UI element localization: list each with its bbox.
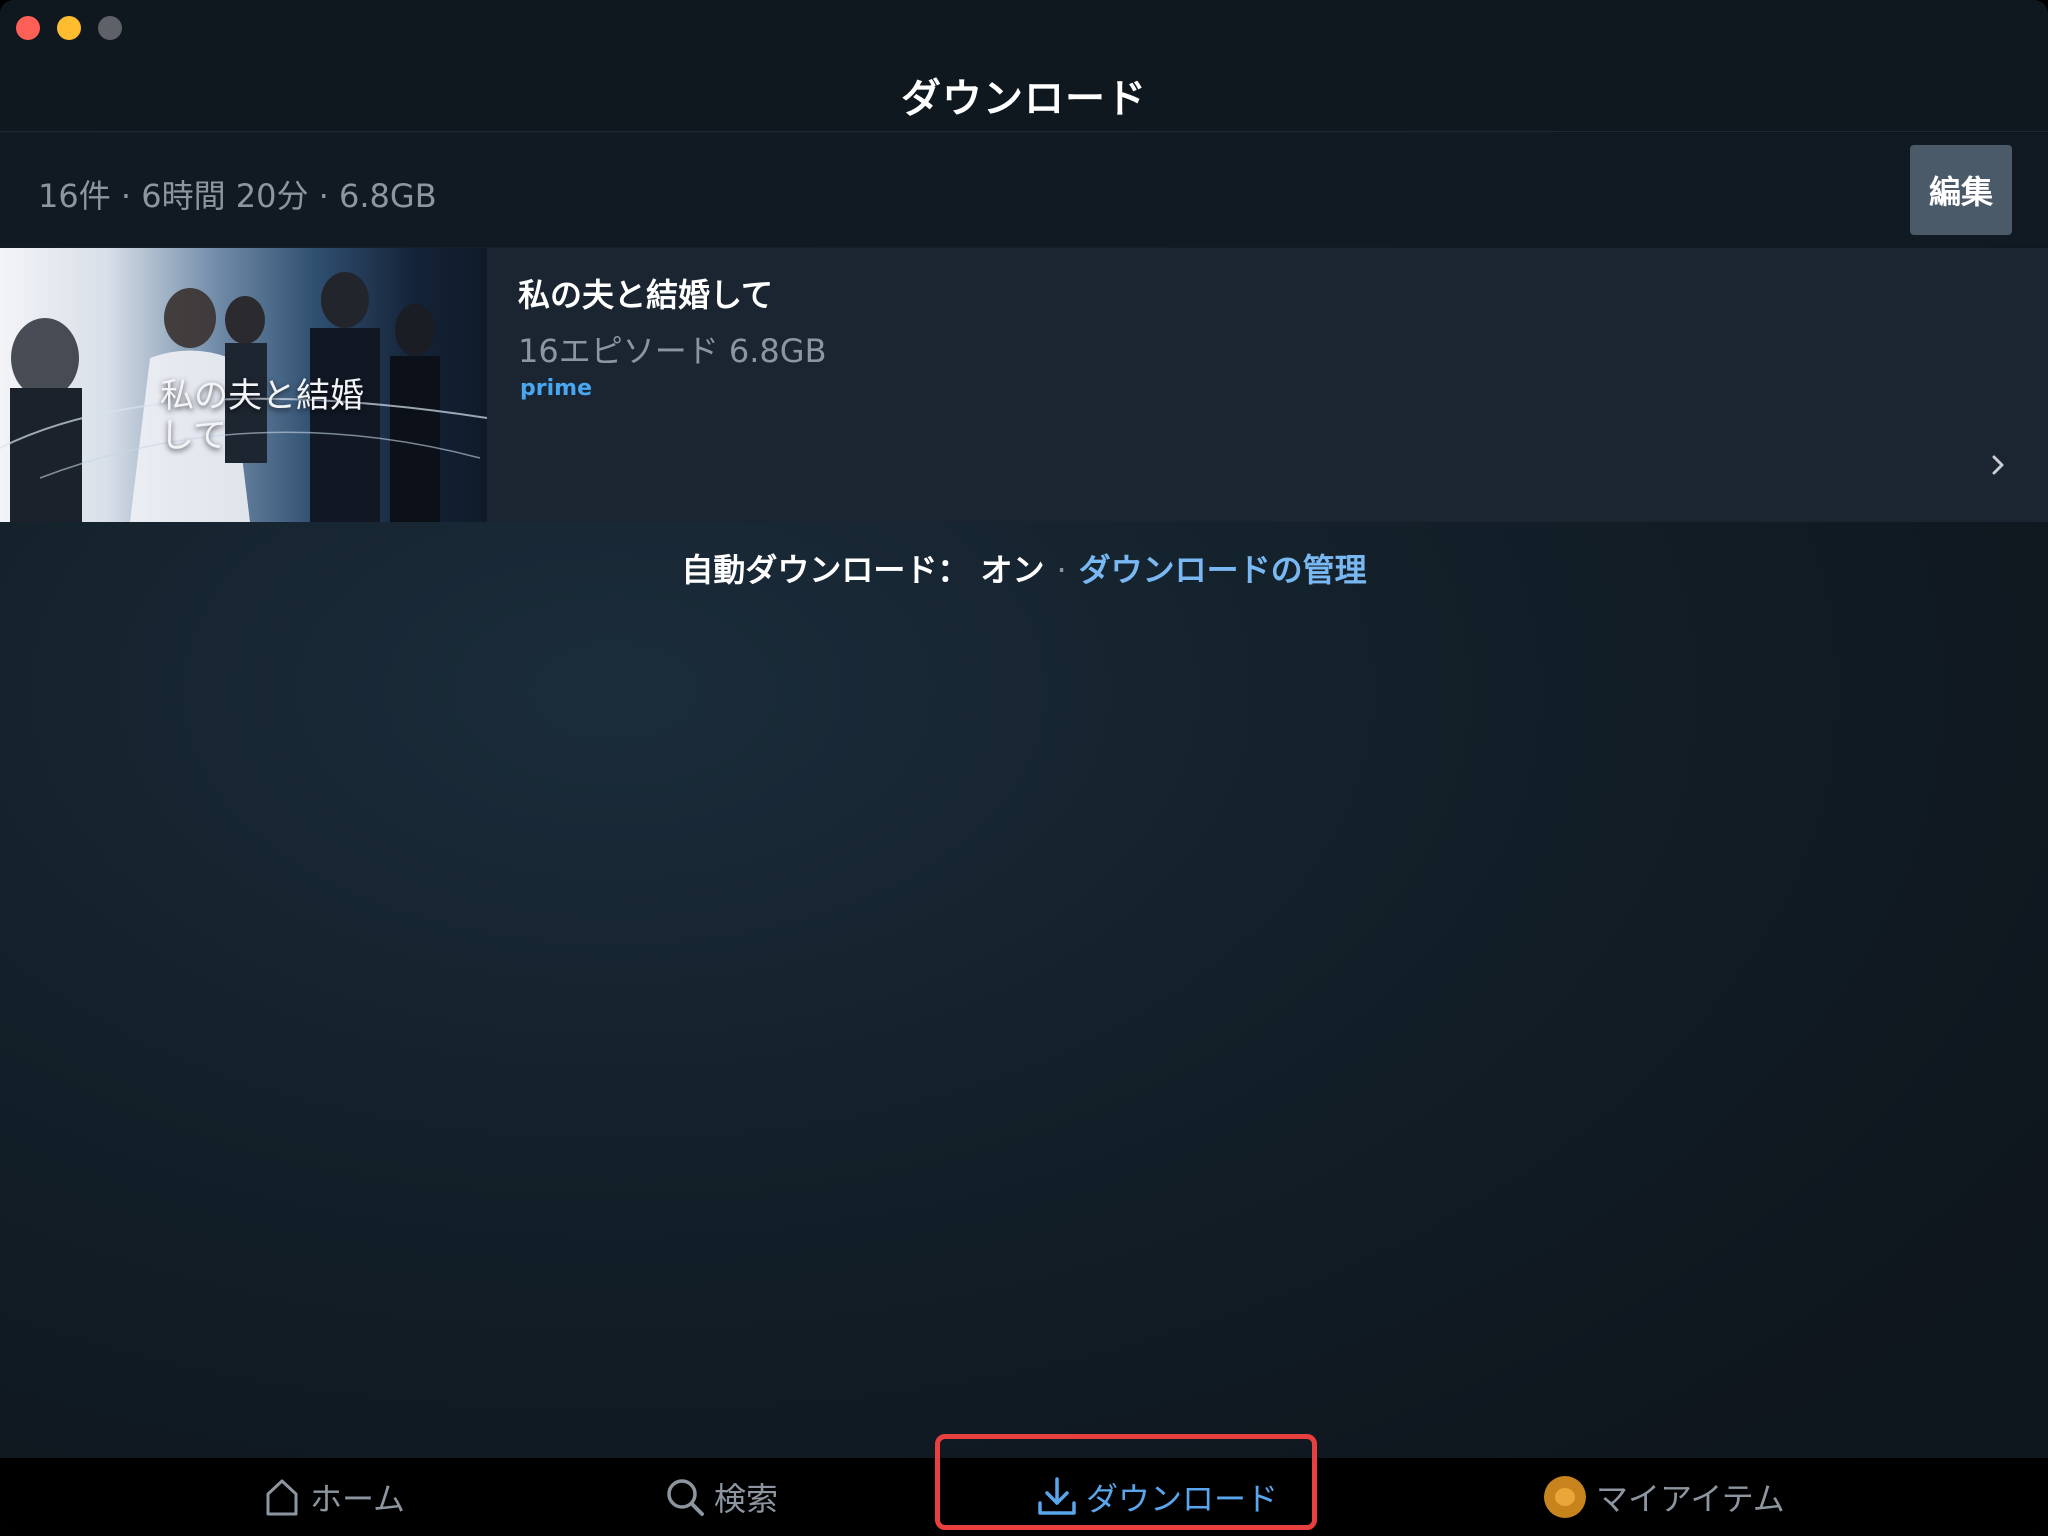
auto-download-status: 自動ダウンロード： オン · ダウンロードの管理 bbox=[0, 545, 2048, 591]
edit-button[interactable]: 編集 bbox=[1910, 145, 2012, 235]
download-item[interactable]: 私の夫と結婚して bbox=[0, 248, 2048, 522]
download-item-meta: 16エピソード 6.8GB bbox=[518, 332, 827, 370]
maximize-window-button[interactable] bbox=[98, 16, 122, 40]
downloads-summary-bar: 16件 · 6時間 20分 · 6.8GB 編集 bbox=[0, 133, 2048, 247]
manage-downloads-link[interactable]: ダウンロードの管理 bbox=[1079, 551, 1367, 589]
minimize-window-button[interactable] bbox=[57, 16, 81, 40]
highlight-box bbox=[935, 1434, 1317, 1530]
close-window-button[interactable] bbox=[16, 16, 40, 40]
separator-dot: · bbox=[1056, 551, 1067, 589]
avatar-icon bbox=[1544, 1476, 1586, 1518]
auto-download-label: 自動ダウンロード： オン bbox=[681, 551, 1045, 589]
thumbnail-title-overlay: 私の夫と結婚して bbox=[160, 376, 364, 456]
tab-my-items[interactable]: マイアイテム bbox=[1544, 1458, 1785, 1536]
title-bar: ダウンロード bbox=[0, 0, 2048, 132]
app-window: ダウンロード 16件 · 6時間 20分 · 6.8GB 編集 私の夫と結婚して… bbox=[0, 0, 2048, 1536]
tab-my-items-label: マイアイテム bbox=[1596, 1480, 1785, 1518]
home-icon bbox=[266, 1479, 298, 1516]
tab-search-label: 検索 bbox=[714, 1480, 779, 1518]
tab-search[interactable]: 検索 bbox=[664, 1458, 778, 1536]
tab-home[interactable]: ホーム bbox=[262, 1458, 405, 1536]
download-item-title: 私の夫と結婚して bbox=[518, 276, 774, 314]
prime-badge: prime bbox=[520, 376, 592, 401]
chevron-right-icon[interactable] bbox=[1988, 450, 2010, 480]
downloads-summary-text: 16件 · 6時間 20分 · 6.8GB bbox=[38, 177, 437, 215]
search-icon bbox=[667, 1479, 704, 1516]
download-item-thumbnail: 私の夫と結婚して bbox=[0, 248, 487, 522]
window-controls bbox=[16, 16, 122, 40]
page-title: ダウンロード bbox=[901, 76, 1147, 122]
tab-home-label: ホーム bbox=[310, 1480, 406, 1518]
